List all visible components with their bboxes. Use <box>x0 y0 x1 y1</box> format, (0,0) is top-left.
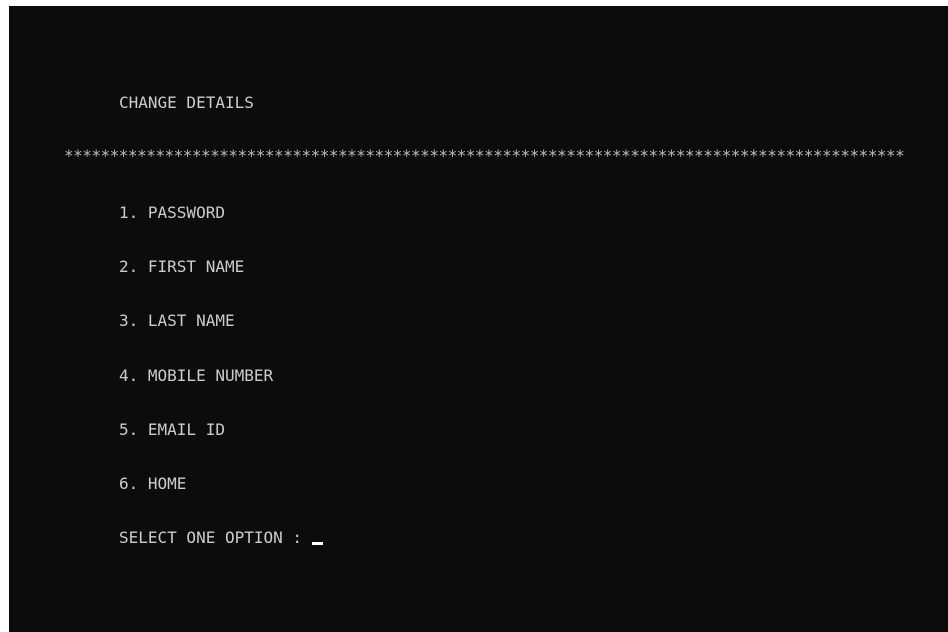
menu-item-email-id: 5. EMAIL ID <box>119 420 225 439</box>
menu-item-mobile-number: 4. MOBILE NUMBER <box>119 366 274 385</box>
separator-line: ****************************************… <box>64 146 905 165</box>
screen-title: CHANGE DETAILS <box>119 93 254 112</box>
menu-item-first-name: 2. FIRST NAME <box>119 257 245 276</box>
menu-item-home: 6. HOME <box>119 474 187 493</box>
menu-item-password: 1. PASSWORD <box>119 203 225 222</box>
option-prompt[interactable]: SELECT ONE OPTION : <box>119 528 323 548</box>
menu-item-last-name: 3. LAST NAME <box>119 311 235 330</box>
prompt-label: SELECT ONE OPTION : <box>119 528 312 547</box>
console-window[interactable]: CHANGE DETAILS *************************… <box>9 6 948 632</box>
text-cursor <box>311 542 323 545</box>
